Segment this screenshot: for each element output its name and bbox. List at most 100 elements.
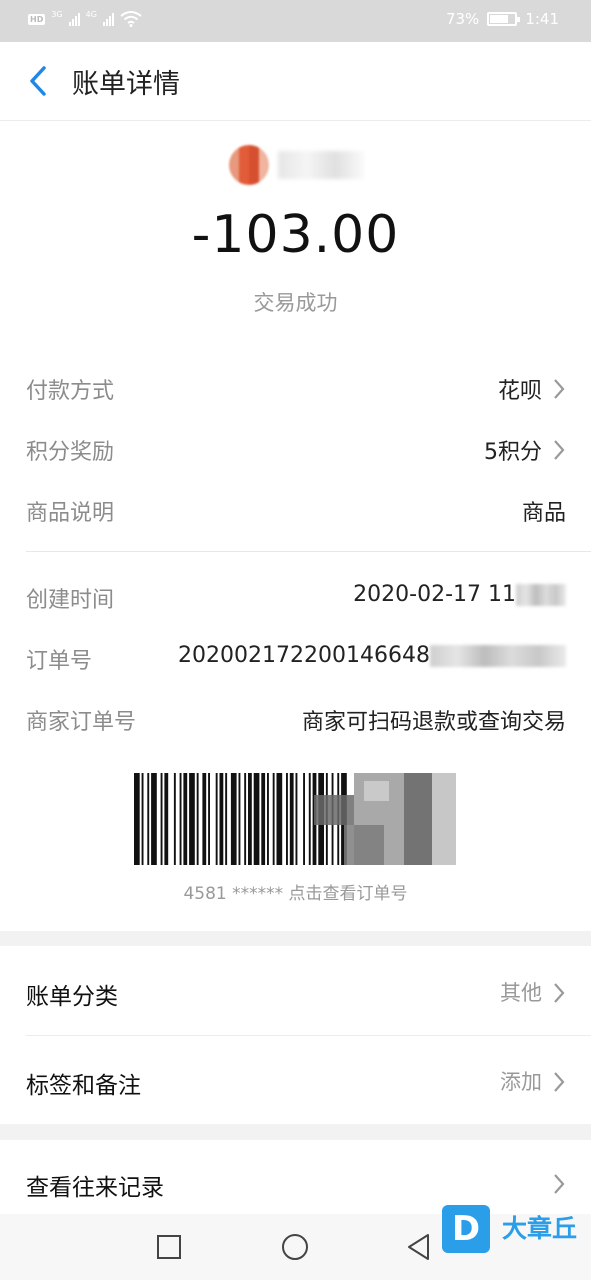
signal-icon-1 [68, 12, 80, 26]
barcode-bar [164, 773, 169, 865]
chevron-right-icon [554, 1174, 565, 1194]
barcode-bar [147, 773, 150, 865]
chevron-right-icon [554, 1072, 565, 1092]
barcode-bar [179, 773, 182, 865]
detail-value: 20200217220014664​8 [178, 643, 430, 668]
barcode-bar [238, 773, 241, 865]
divider [26, 551, 591, 552]
barcode-bar [141, 773, 144, 865]
row-label: 账单分类 [26, 984, 118, 1010]
detail-label: 积分奖励 [26, 440, 115, 465]
detail-label: 创建时间 [26, 588, 115, 613]
barcode-bar [134, 773, 140, 865]
bill-detail-card: -103.00 交易成功 付款方式 花呗 积分奖励 5积分 商品说明 商品 创建… [0, 121, 591, 931]
barcode-bar [267, 773, 269, 865]
watermark-logo: D 大章丘 [442, 1205, 582, 1255]
barcode-bar [219, 773, 224, 865]
status-bar: HD 3G 4G 73% 1:41 [0, 0, 591, 42]
bill-settings-section: 账单分类 其他 标签和备注 添加 [0, 946, 591, 1124]
recent-apps-icon[interactable] [154, 1232, 184, 1262]
home-icon[interactable] [280, 1232, 310, 1262]
detail-row-product: 商品说明 商品 [26, 489, 566, 529]
barcode-bar [295, 773, 298, 865]
barcode-bar [248, 773, 252, 865]
chevron-right-icon [554, 379, 565, 399]
detail-row-points[interactable]: 积分奖励 5积分 [26, 428, 566, 468]
row-value: 添加 [500, 1070, 542, 1094]
barcode-bar [196, 773, 199, 865]
barcode-redaction [404, 773, 432, 865]
watermark-text: 大章丘 [502, 1214, 578, 1243]
wifi-icon [120, 11, 142, 27]
barcode-bar [286, 773, 288, 865]
barcode-bar [160, 773, 163, 865]
detail-value: 商家可扫码退款或查询交易 [301, 710, 566, 735]
detail-label: 付款方式 [26, 379, 115, 404]
barcode-bar [151, 773, 157, 865]
barcode-bar [253, 773, 260, 865]
barcode-redaction [344, 825, 384, 865]
redacted-block [430, 645, 566, 667]
row-label: 标签和备注 [26, 1073, 141, 1099]
clock: 1:41 [525, 10, 559, 28]
transaction-amount: -103.00 [191, 205, 400, 265]
detail-row-created-time: 创建时间 2020-02-17 11 [26, 576, 566, 616]
detail-value: 2020-02-17 11 [353, 582, 516, 607]
barcode-bar [276, 773, 283, 865]
order-barcode[interactable] [134, 773, 456, 865]
chevron-right-icon [554, 440, 565, 460]
barcode-redaction [314, 795, 354, 825]
row-value: 其他 [500, 981, 542, 1005]
row-tags-notes[interactable]: 标签和备注 添加 [26, 1060, 566, 1100]
detail-value-wrap: 2020-02-17 11 [353, 582, 566, 607]
network-label-1: 3G [51, 9, 63, 19]
row-view-history[interactable]: 查看往来记录 [26, 1162, 566, 1202]
row-label: 查看往来记录 [26, 1175, 164, 1201]
detail-label: 订单号 [26, 649, 93, 674]
back-nav-icon[interactable] [404, 1232, 434, 1262]
merchant-header [0, 145, 591, 189]
barcode-bar [189, 773, 195, 865]
barcode-bar [308, 773, 311, 865]
battery-icon [487, 12, 521, 26]
page-title: 账单详情 [72, 69, 180, 100]
transaction-status: 交易成功 [253, 291, 338, 315]
barcode-bar [225, 773, 228, 865]
barcode-redaction [432, 773, 456, 865]
merchant-avatar [229, 145, 269, 185]
detail-value-wrap: 20200217220014664​8 [178, 643, 566, 668]
barcode-bar [272, 773, 275, 865]
barcode-bar [173, 773, 176, 865]
detail-label: 商家订单号 [26, 710, 137, 735]
network-label-2: 4G [85, 9, 97, 19]
row-bill-category[interactable]: 账单分类 其他 [26, 971, 566, 1011]
merchant-name-redacted [278, 151, 364, 179]
barcode-bar [215, 773, 218, 865]
chevron-right-icon [554, 983, 565, 1003]
app-header: 账单详情 [0, 42, 591, 121]
detail-value: 花呗 [497, 379, 542, 404]
divider [26, 1035, 591, 1036]
watermark-logo-icon: D [442, 1205, 490, 1253]
detail-label: 商品说明 [26, 501, 115, 526]
battery-percent: 73% [445, 10, 480, 28]
barcode-bar [208, 773, 210, 865]
detail-row-payment-method[interactable]: 付款方式 花呗 [26, 367, 566, 407]
chevron-left-icon[interactable] [24, 64, 54, 98]
barcode-bar [183, 773, 188, 865]
signal-icon-2 [102, 12, 114, 26]
barcode-bar [230, 773, 237, 865]
detail-row-merchant-order: 商家订单号 商家可扫码退款或查询交易 [26, 698, 566, 738]
barcode-bar [202, 773, 207, 865]
barcode-bar [244, 773, 247, 865]
barcode-caption[interactable]: 4581 ****** 点击查看订单号 [0, 879, 591, 904]
redacted-block [516, 584, 566, 606]
barcode-bar [303, 773, 305, 865]
barcode-bar [261, 773, 266, 865]
hd-badge: HD [28, 13, 46, 25]
detail-value: 商品 [521, 501, 566, 526]
detail-row-order-number: 订单号 20200217220014664​8 [26, 637, 566, 677]
barcode-redaction [364, 781, 389, 801]
history-section: 查看往来记录 [0, 1140, 591, 1214]
detail-value: 5积分 [484, 440, 542, 465]
